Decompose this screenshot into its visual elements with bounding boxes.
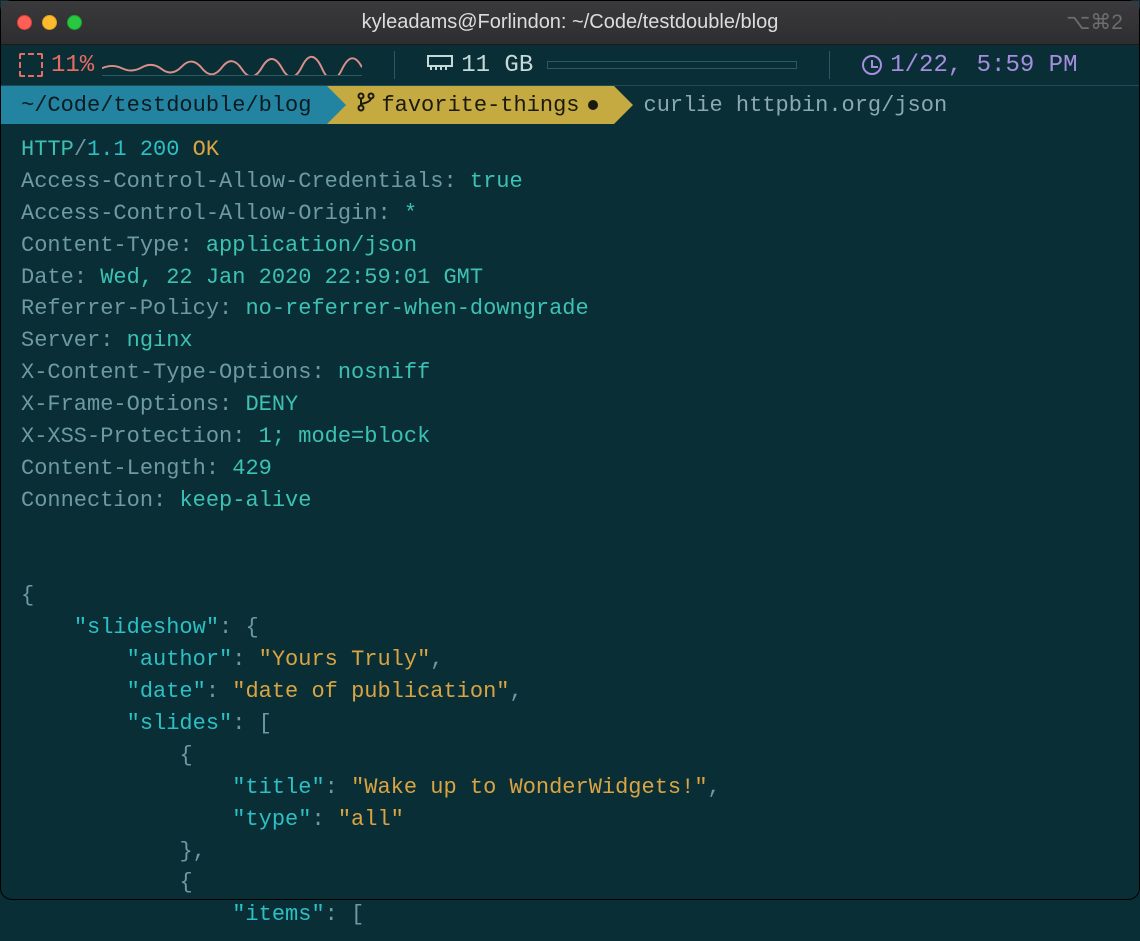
- header-key: X-Frame-Options: [21, 392, 219, 417]
- json-key: "date": [127, 679, 206, 704]
- cpu-sparkline: [102, 54, 362, 76]
- window-title: kyleadams@Forlindon: ~/Code/testdouble/b…: [1, 11, 1139, 34]
- json-key: "title": [232, 775, 324, 800]
- header-key: X-XSS-Protection: [21, 424, 232, 449]
- header-value: nginx: [127, 328, 193, 353]
- json-string: "Wake up to WonderWidgets!": [351, 775, 707, 800]
- cpu-status: 11%: [19, 52, 362, 79]
- json-brace: },: [179, 839, 205, 864]
- minimize-button[interactable]: [42, 15, 57, 30]
- json-key: "type": [232, 807, 311, 832]
- json-key: "author": [127, 647, 233, 672]
- window-titlebar[interactable]: kyleadams@Forlindon: ~/Code/testdouble/b…: [1, 1, 1139, 45]
- prompt-path-segment: ~/Code/testdouble/blog: [1, 86, 327, 124]
- ram-icon: [427, 52, 453, 79]
- header-value: 429: [232, 456, 272, 481]
- memory-value: 11 GB: [461, 52, 533, 79]
- close-button[interactable]: [17, 15, 32, 30]
- terminal-output[interactable]: HTTP/1.1 200 OK Access-Control-Allow-Cre…: [1, 124, 1139, 941]
- traffic-lights: [17, 15, 82, 30]
- prompt-branch: favorite-things: [381, 93, 579, 118]
- http-status: OK: [193, 137, 219, 162]
- clock-icon: [862, 55, 882, 75]
- status-divider: [829, 51, 830, 79]
- prompt-bar: ~/Code/testdouble/blog favorite-things c…: [1, 86, 1139, 124]
- branch-dirty-dot: [588, 100, 598, 110]
- branch-icon: [357, 92, 375, 119]
- json-brace: {: [179, 743, 192, 768]
- json-key: "slides": [127, 711, 233, 736]
- json-string: "date of publication": [232, 679, 509, 704]
- header-key: Server: [21, 328, 100, 353]
- header-key: Referrer-Policy: [21, 296, 219, 321]
- json-key: "slideshow": [74, 615, 219, 640]
- header-key: Content-Type: [21, 233, 179, 258]
- status-bar: 11% 11 GB 1/22, 5:59 PM: [1, 45, 1139, 86]
- prompt-branch-segment: favorite-things: [327, 86, 613, 124]
- header-value: nosniff: [338, 360, 430, 385]
- header-key: Content-Length: [21, 456, 206, 481]
- status-divider: [394, 51, 395, 79]
- header-value: true: [470, 169, 523, 194]
- time-status: 1/22, 5:59 PM: [862, 52, 1077, 79]
- header-value: Wed, 22 Jan 2020 22:59:01 GMT: [100, 265, 483, 290]
- header-value: application/json: [206, 233, 417, 258]
- datetime-value: 1/22, 5:59 PM: [890, 52, 1077, 79]
- cpu-percent: 11%: [51, 52, 94, 79]
- prompt-command: curlie httpbin.org/json: [614, 93, 948, 118]
- http-protocol: HTTP: [21, 137, 74, 162]
- header-key: Connection: [21, 488, 153, 513]
- shortcut-hint: ⌥⌘2: [1066, 10, 1123, 35]
- prompt-path: ~/Code/testdouble/blog: [21, 93, 311, 118]
- http-code: 200: [140, 137, 180, 162]
- header-key: Access-Control-Allow-Origin: [21, 201, 377, 226]
- header-value: keep-alive: [179, 488, 311, 513]
- cpu-icon: [19, 53, 43, 77]
- json-brace: {: [21, 583, 34, 608]
- json-brace: {: [179, 870, 192, 895]
- header-value: *: [404, 201, 417, 226]
- header-key: X-Content-Type-Options: [21, 360, 311, 385]
- http-version: 1.1: [87, 137, 127, 162]
- header-value: 1; mode=block: [259, 424, 431, 449]
- memory-status: 11 GB: [427, 52, 797, 79]
- header-value: DENY: [245, 392, 298, 417]
- header-value: no-referrer-when-downgrade: [245, 296, 588, 321]
- json-string: "Yours Truly": [259, 647, 431, 672]
- memory-bar: [547, 61, 797, 69]
- maximize-button[interactable]: [67, 15, 82, 30]
- json-string: "all": [338, 807, 404, 832]
- header-key: Access-Control-Allow-Credentials: [21, 169, 443, 194]
- json-key: "items": [232, 902, 324, 927]
- header-key: Date: [21, 265, 74, 290]
